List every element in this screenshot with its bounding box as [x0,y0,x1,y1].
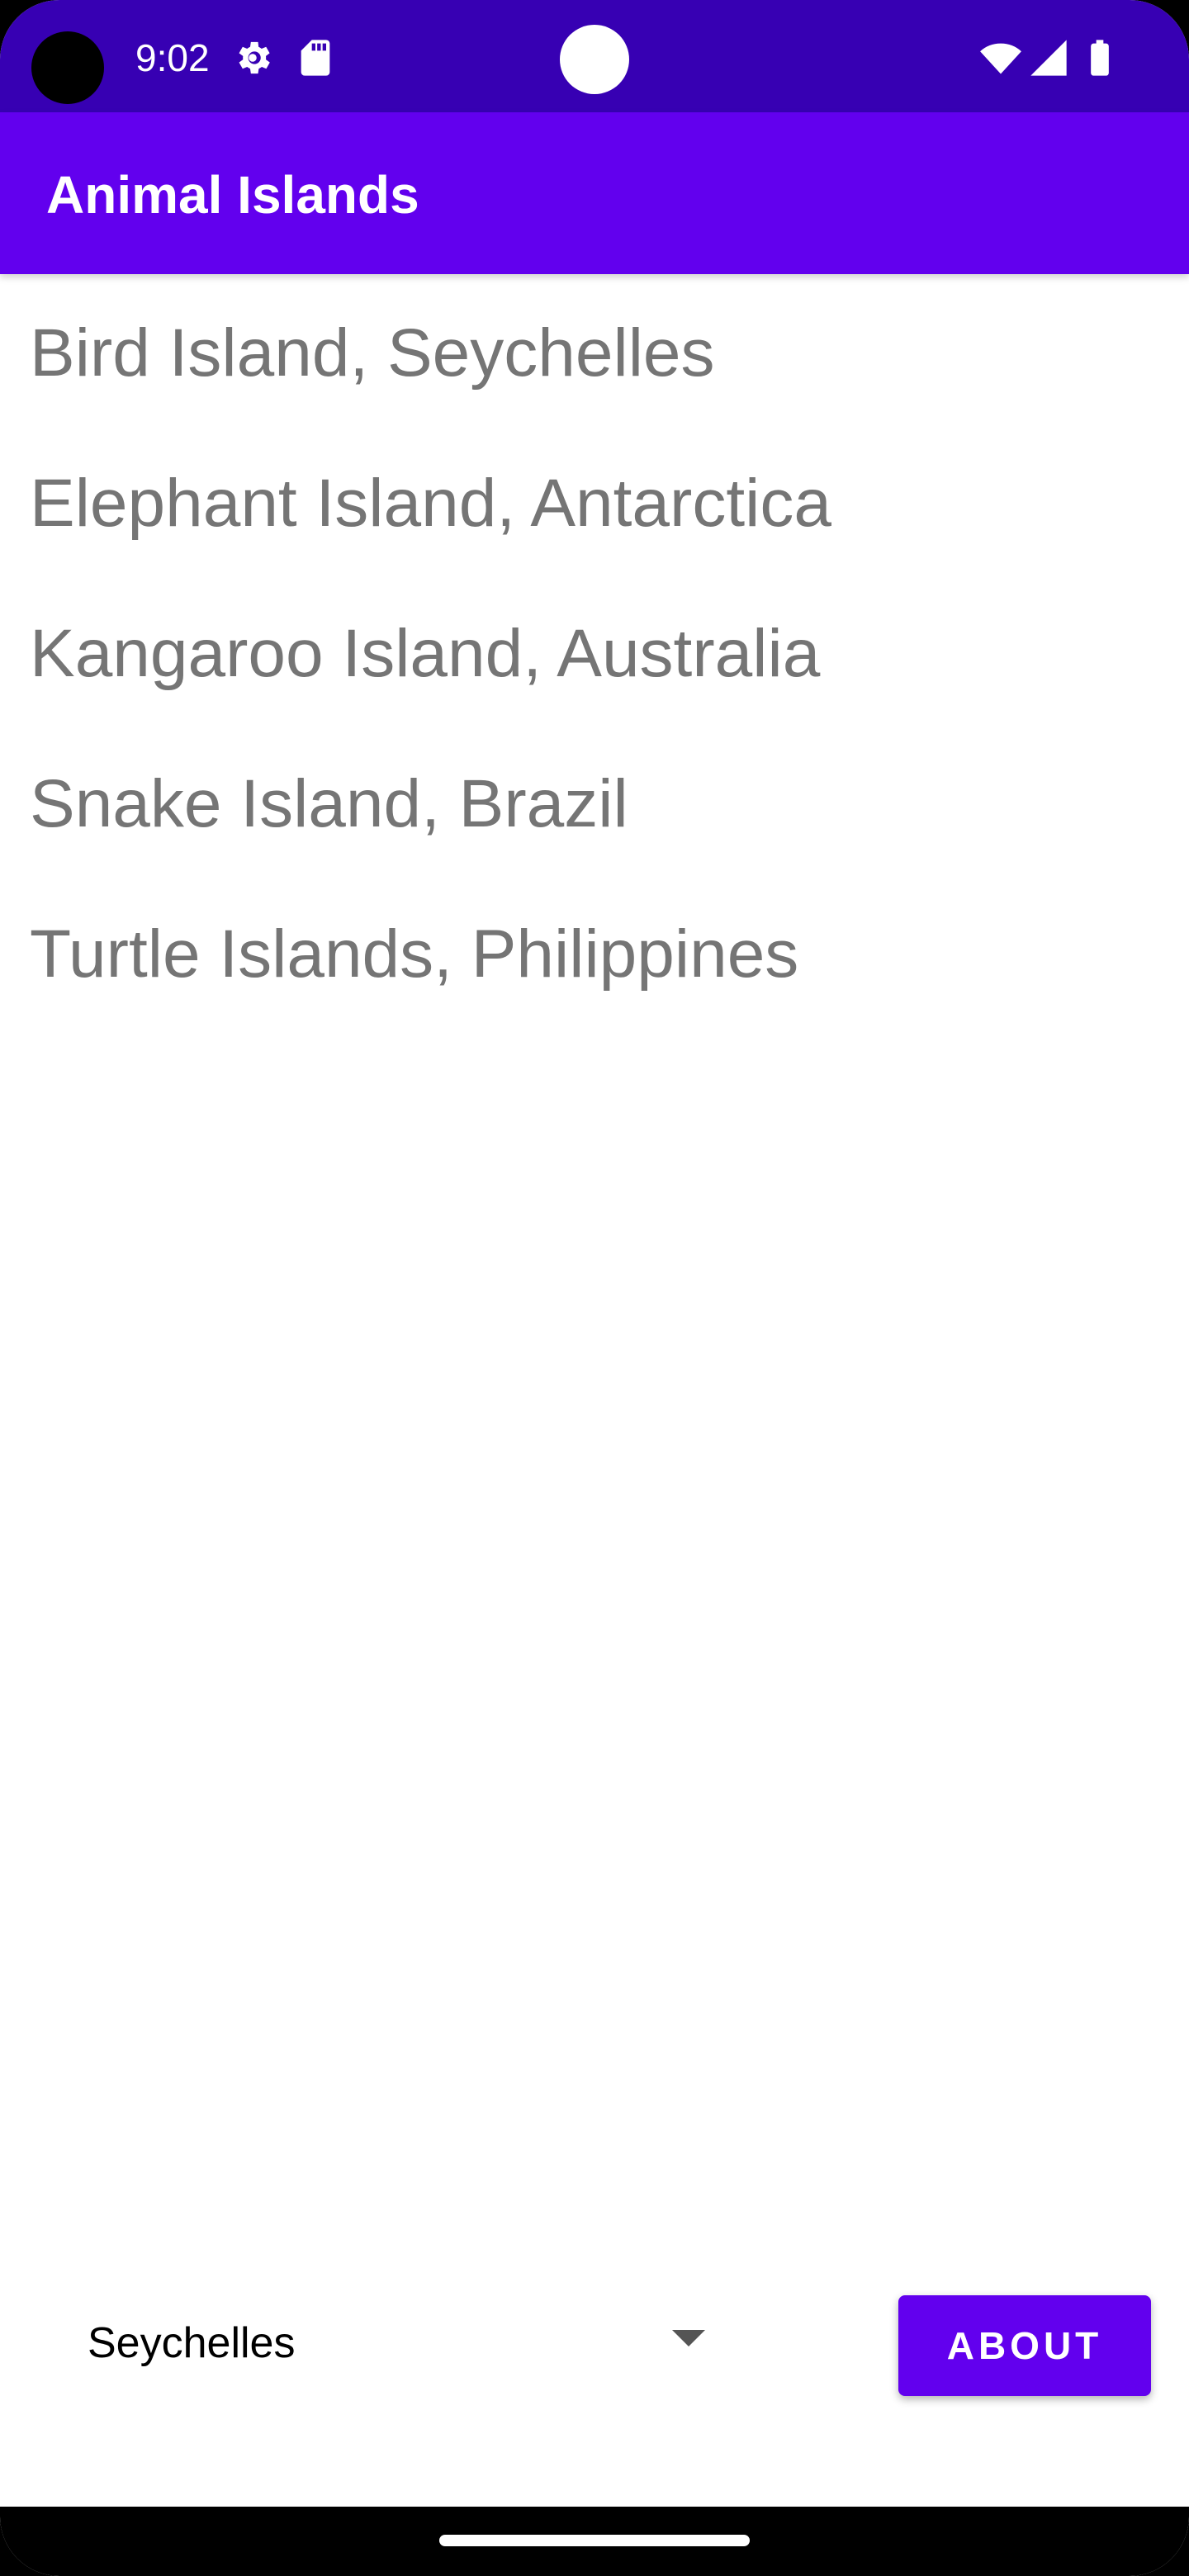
list-item[interactable]: Elephant Island, Antarctica [0,424,1189,575]
dropdown-arrow-icon [672,2330,705,2346]
home-gesture-handle[interactable] [439,2535,750,2546]
wifi-icon [980,43,1021,74]
camera-hole [31,31,104,104]
list-item-label: Elephant Island, Antarctica [30,466,831,541]
island-list: Bird Island, Seychelles Elephant Island,… [0,274,1189,1025]
gear-icon [239,41,270,74]
list-item[interactable]: Kangaroo Island, Australia [0,575,1189,725]
status-bar: 9:02 [0,0,1189,112]
list-item-label: Kangaroo Island, Australia [30,616,821,691]
list-item[interactable]: Snake Island, Brazil [0,725,1189,875]
app-bar: Animal Islands [0,112,1189,274]
list-item-label: Snake Island, Brazil [30,766,628,841]
phone-screen: 9:02 Animal Islands Bird Island, Seychel… [0,0,1189,2576]
about-button[interactable]: ABOUT [898,2295,1151,2396]
list-item[interactable]: Turtle Islands, Philippines [0,875,1189,1025]
battery-icon [1091,40,1109,76]
list-item-label: Turtle Islands, Philippines [30,916,799,992]
navigation-bar [0,2507,1189,2576]
list-item[interactable]: Bird Island, Seychelles [0,274,1189,424]
sd-card-icon [301,40,330,76]
signal-icon [1030,40,1067,76]
country-spinner[interactable]: Seychelles [66,2295,727,2388]
status-time: 9:02 [135,36,210,79]
center-dot [560,25,629,94]
spinner-selected-value: Seychelles [88,2319,296,2367]
list-item-label: Bird Island, Seychelles [30,315,715,391]
app-title: Animal Islands [46,165,419,225]
